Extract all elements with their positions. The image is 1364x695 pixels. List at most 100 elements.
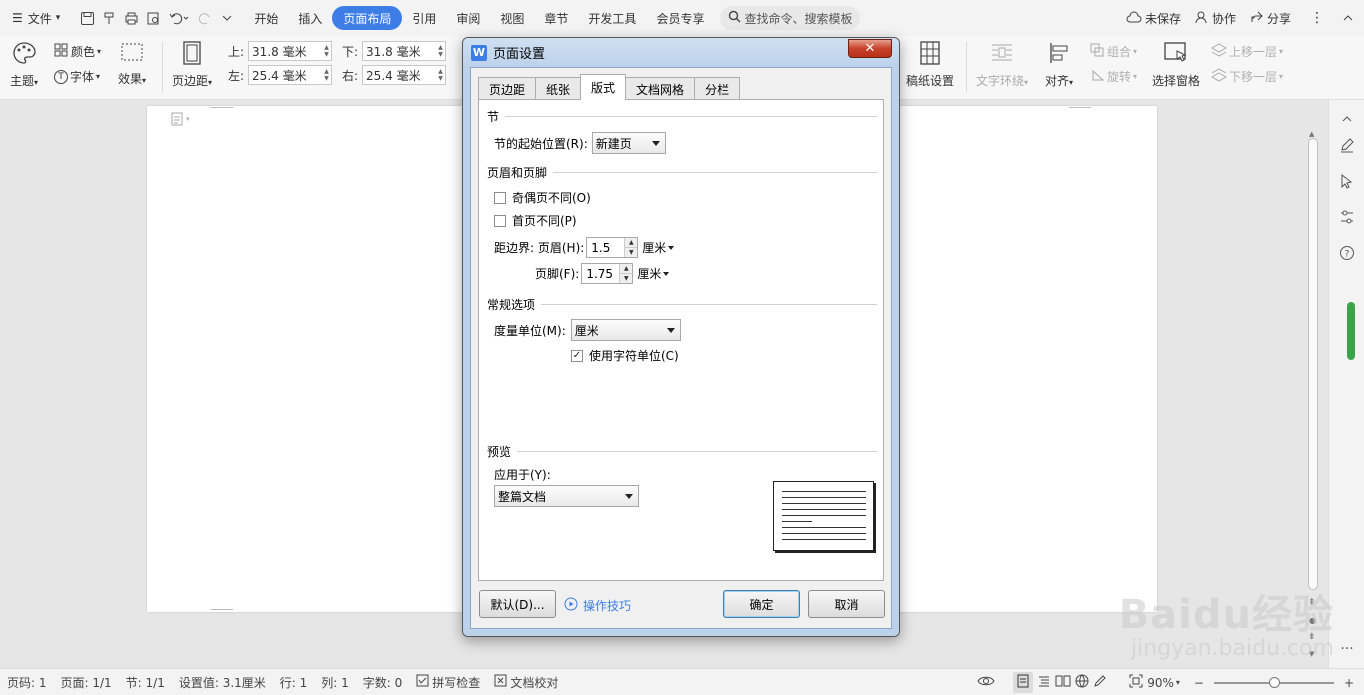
command-search[interactable]: 查找命令、搜索模板	[720, 6, 861, 30]
status-pages[interactable]: 页面: 1/1	[54, 674, 119, 691]
font-button[interactable]: T 字体 ▾	[54, 68, 100, 85]
margin-bottom-input[interactable]: 31.8 毫米 ▲ ▼	[362, 41, 447, 61]
margin-left-input[interactable]: 25.4 毫米 ▲ ▼	[248, 65, 333, 85]
doc-nav-icon[interactable]: ▾	[171, 112, 190, 126]
dialog-close-button[interactable]: ✕	[848, 39, 892, 58]
status-row[interactable]: 行: 1	[273, 674, 315, 691]
vertical-scrollbar[interactable]: ▲ ⇞ ● ⇟ ▼	[1306, 130, 1320, 660]
margin-right-input[interactable]: 25.4 毫米 ▲ ▼	[362, 65, 447, 85]
tab-doc-grid[interactable]: 文档网格	[625, 77, 696, 100]
zoom-slider[interactable]	[1213, 676, 1334, 688]
collab-button[interactable]: 协作	[1188, 10, 1243, 27]
tab-paper[interactable]: 纸张	[535, 77, 582, 100]
selection-pane-button[interactable]: 选择窗格	[1152, 41, 1200, 89]
save-icon[interactable]	[76, 7, 98, 29]
odd-even-checkbox[interactable]	[494, 191, 506, 204]
char-unit-row[interactable]: ✓ 使用字符单位(C)	[571, 347, 679, 364]
zoom-in-icon[interactable]: +	[1344, 676, 1354, 690]
scroll-thumb[interactable]	[1308, 138, 1318, 590]
section-start-select[interactable]: 新建页	[591, 132, 666, 154]
tab-columns[interactable]: 分栏	[694, 77, 741, 100]
tab-margins[interactable]: 页边距	[478, 77, 537, 100]
tab-developer[interactable]: 开发工具	[578, 6, 646, 30]
effect-button[interactable]: 效果▾	[118, 41, 146, 87]
page-view-icon[interactable]	[1013, 672, 1034, 693]
margin-bottom-spinner[interactable]: ▲ ▼	[436, 42, 445, 60]
align-button[interactable]: 对齐▾	[1045, 41, 1073, 89]
spell-check-button[interactable]: 拼写检查	[409, 674, 487, 691]
customize-toolbar-icon[interactable]	[216, 7, 238, 29]
group-button[interactable]: 组合 ▾	[1090, 43, 1137, 60]
pen-annotation-icon[interactable]	[1093, 674, 1107, 691]
tab-insert[interactable]: 插入	[288, 6, 332, 30]
print-preview-icon[interactable]	[142, 7, 164, 29]
margin-top-spinner[interactable]: ▲ ▼	[322, 42, 331, 60]
send-backward-button[interactable]: 下移一层 ▾	[1210, 68, 1283, 85]
edge-header-spinner[interactable]: ▲ ▼	[624, 238, 638, 257]
more-options-icon[interactable]: ···	[1338, 640, 1356, 658]
bring-forward-button[interactable]: 上移一层 ▾	[1210, 43, 1283, 60]
tab-page-layout[interactable]: 页面布局	[332, 6, 403, 30]
scroll-up-icon[interactable]: ▲	[1309, 130, 1314, 138]
manuscript-button[interactable]: 稿纸设置	[906, 41, 954, 89]
edge-footer-spinner[interactable]: ▲ ▼	[619, 264, 633, 283]
cancel-button[interactable]: 取消	[808, 590, 885, 618]
edge-header-input[interactable]: 1.5 ▲ ▼	[586, 237, 639, 258]
zoom-slider-knob[interactable]	[1268, 676, 1280, 688]
edge-footer-unit[interactable]: 厘米	[637, 265, 670, 282]
ok-button[interactable]: 确定	[723, 590, 800, 618]
status-setting[interactable]: 设置值: 3.1厘米	[172, 674, 273, 691]
theme-button[interactable]: 主题▾	[10, 41, 38, 89]
char-unit-checkbox[interactable]: ✓	[571, 349, 583, 362]
color-button[interactable]: 颜色 ▾	[54, 43, 101, 60]
side-panel-handle[interactable]	[1347, 302, 1355, 360]
undo-icon[interactable]	[164, 7, 194, 29]
sliders-icon[interactable]	[1338, 208, 1356, 226]
tab-review[interactable]: 审阅	[446, 6, 490, 30]
file-menu-button[interactable]: ☰ 文件 ▾	[0, 6, 70, 30]
dialog-title-bar[interactable]: W 页面设置	[471, 43, 545, 62]
tab-layout[interactable]: 版式	[580, 74, 627, 100]
status-col[interactable]: 列: 1	[314, 674, 356, 691]
status-words[interactable]: 字数: 0	[356, 674, 410, 691]
edge-footer-input[interactable]: 1.75 ▲ ▼	[581, 263, 634, 284]
eye-protect-icon[interactable]	[977, 674, 995, 691]
margin-top-input[interactable]: 31.8 毫米 ▲ ▼	[248, 41, 333, 61]
zoom-level[interactable]: 90% ▾	[1147, 676, 1180, 690]
tab-home[interactable]: 开始	[244, 6, 288, 30]
fit-page-icon[interactable]	[1129, 674, 1143, 691]
unsaved-button[interactable]: 未保存	[1119, 10, 1188, 27]
edit-pen-icon[interactable]	[1338, 136, 1356, 154]
collapse-ribbon-icon[interactable]	[1336, 12, 1364, 24]
odd-even-row[interactable]: 奇偶页不同(O)	[494, 189, 591, 206]
format-painter-icon[interactable]	[98, 7, 120, 29]
doc-proof-button[interactable]: 文档校对	[487, 674, 565, 691]
rotate-button[interactable]: 旋转 ▾	[1090, 68, 1137, 85]
status-page-number[interactable]: 页码: 1	[0, 674, 54, 691]
more-menu-icon[interactable]: ⋮	[1298, 10, 1336, 26]
zoom-out-icon[interactable]: −	[1194, 676, 1204, 690]
default-button[interactable]: 默认(D)...	[479, 590, 556, 618]
tab-chapter[interactable]: 章节	[534, 6, 578, 30]
status-section[interactable]: 节: 1/1	[119, 674, 172, 691]
apply-to-select[interactable]: 整篇文档	[494, 485, 639, 507]
tips-link[interactable]: 操作技巧	[564, 597, 631, 614]
web-view-icon[interactable]	[1075, 674, 1089, 691]
help-icon[interactable]: ?	[1338, 244, 1356, 262]
redo-icon[interactable]	[194, 7, 216, 29]
first-page-row[interactable]: 首页不同(P)	[494, 212, 577, 229]
tab-references[interactable]: 引用	[402, 6, 446, 30]
tab-view[interactable]: 视图	[490, 6, 534, 30]
reading-view-icon[interactable]	[1055, 674, 1071, 691]
text-wrap-button[interactable]: 文字环绕▾	[976, 41, 1028, 89]
measure-unit-select[interactable]: 厘米	[570, 319, 681, 341]
cursor-icon[interactable]	[1338, 172, 1356, 190]
margins-button[interactable]: 页边距▾	[172, 41, 212, 89]
margin-left-spinner[interactable]: ▲ ▼	[322, 66, 331, 84]
share-button[interactable]: 分享	[1243, 10, 1298, 27]
margin-right-spinner[interactable]: ▲ ▼	[436, 66, 445, 84]
collapse-up-icon[interactable]	[1338, 110, 1356, 128]
print-icon[interactable]	[120, 7, 142, 29]
outline-view-icon[interactable]	[1037, 674, 1051, 691]
tab-member[interactable]: 会员专享	[646, 6, 714, 30]
